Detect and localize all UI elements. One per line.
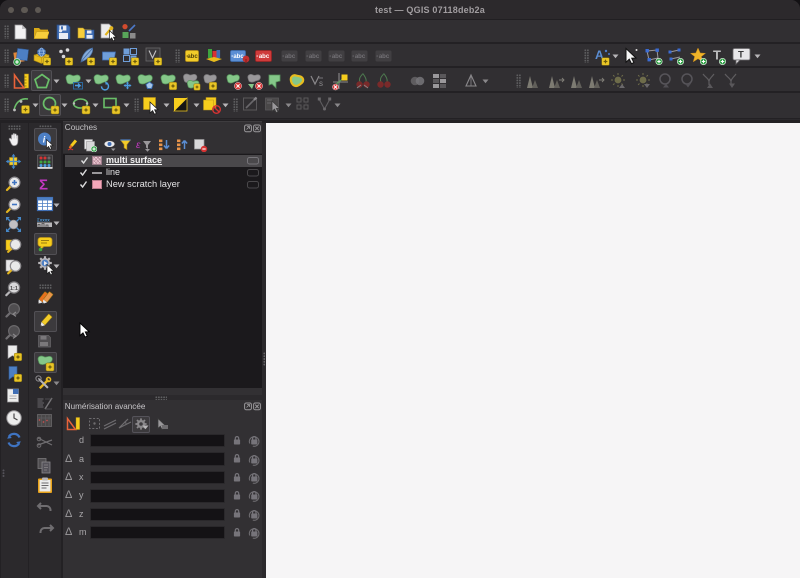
svg-text:abc: abc xyxy=(308,54,319,60)
svg-text:s: s xyxy=(319,79,323,88)
svg-text:abc: abc xyxy=(187,54,198,60)
svg-text:abc: abc xyxy=(259,54,270,60)
svg-text:abc: abc xyxy=(355,54,366,60)
svg-text:abc: abc xyxy=(378,54,389,60)
svg-text:Σxxxx: Σxxxx xyxy=(37,218,50,223)
svg-text:abc: abc xyxy=(285,54,296,60)
svg-text:Σ: Σ xyxy=(39,177,48,193)
svg-text:T: T xyxy=(738,50,744,61)
svg-text:ε: ε xyxy=(136,140,141,151)
svg-text:abc: abc xyxy=(331,54,342,60)
svg-text:1:1: 1:1 xyxy=(10,286,18,292)
